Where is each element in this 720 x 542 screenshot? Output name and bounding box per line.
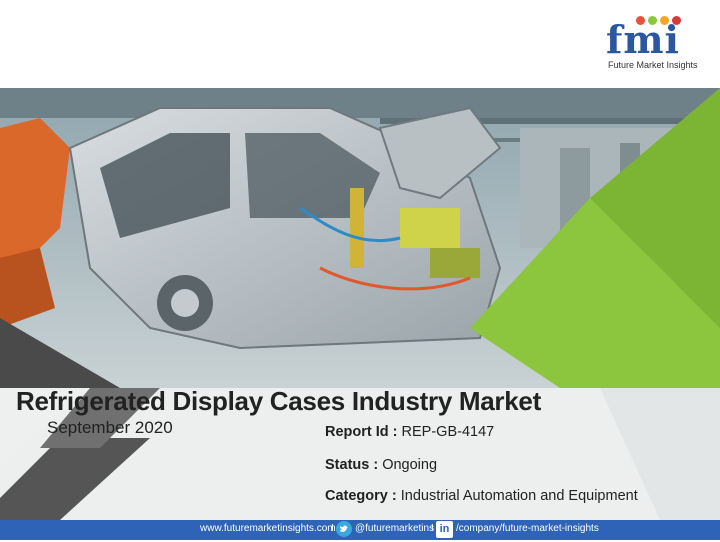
report-date: September 2020 (47, 418, 173, 437)
status-line: Status : Ongoing (325, 457, 437, 473)
report-id-label: Report Id : (325, 424, 398, 440)
slide-title: Refrigerated Display Cases Industry Mark… (16, 386, 541, 416)
category-value: Industrial Automation and Equipment (400, 488, 638, 504)
logo-letters: fmi (606, 17, 680, 62)
footer-twitter-link[interactable]: @futuremarketins (355, 523, 434, 534)
factory-photo-graphic (0, 88, 720, 388)
header: fmi Future Market Insights (0, 0, 720, 88)
status-value: Ongoing (382, 457, 438, 473)
footer-separator-1: I (331, 523, 334, 534)
logo-tagline: Future Market Insights (608, 60, 698, 70)
twitter-bird-glyph (340, 525, 348, 532)
footer-linkedin-link[interactable]: /company/future-market-insights (456, 523, 599, 534)
factory-photo (0, 88, 720, 388)
linkedin-icon[interactable]: in (436, 521, 453, 538)
category-label: Category : (325, 488, 397, 504)
status-label: Status : (325, 457, 379, 473)
fmi-logo: fmi Future Market Insights (602, 8, 710, 78)
twitter-icon[interactable] (336, 521, 352, 537)
footer-website-link[interactable]: www.futuremarketinsights.com (200, 523, 336, 534)
footer-separator-2: I (431, 523, 434, 534)
category-line: Category : Industrial Automation and Equ… (325, 488, 638, 504)
report-id-line: Report Id : REP-GB-4147 (325, 424, 494, 440)
report-id-value: REP-GB-4147 (401, 424, 495, 440)
